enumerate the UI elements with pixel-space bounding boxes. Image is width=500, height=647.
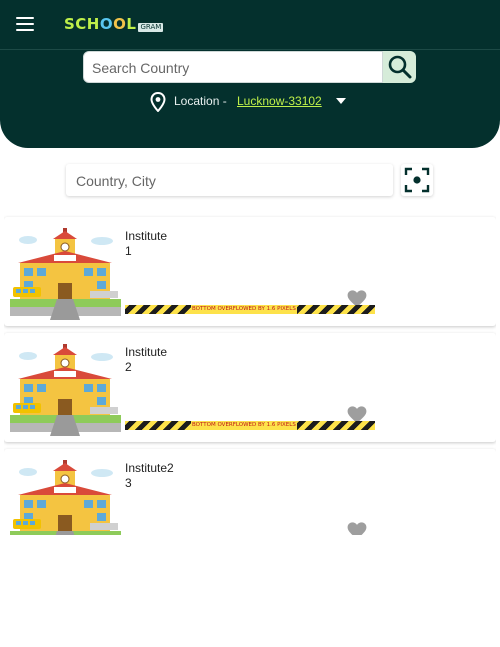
institute-name: Institute — [125, 229, 168, 243]
location-row: Location - Lucknow-33102 — [0, 92, 500, 112]
scan-button[interactable] — [401, 164, 433, 196]
institute-name: Institute — [125, 345, 168, 359]
menu-icon[interactable] — [16, 17, 34, 31]
institute-card[interactable]: Institute2 3 — [4, 449, 496, 535]
focus-scan-icon — [404, 167, 430, 193]
overflow-warning-stripe: BOTTOM OVERFLOWED BY 1.6 PIXELS — [125, 421, 375, 430]
app-bar: SCHOOL GRAM — [0, 0, 500, 50]
overflow-warning-text: BOTTOM OVERFLOWED BY 1.6 PIXELS — [191, 305, 297, 314]
caret-down-icon[interactable] — [336, 98, 346, 104]
location-pin-icon — [150, 92, 166, 112]
location-label: Location - — [174, 94, 227, 108]
institute-number: 1 — [125, 244, 132, 258]
app-logo: SCHOOL GRAM — [64, 14, 164, 34]
overflow-warning-stripe: BOTTOM OVERFLOWED BY 1.6 PIXELS — [125, 305, 375, 314]
location-value[interactable]: Lucknow-33102 — [237, 94, 322, 108]
search-icon — [388, 55, 411, 79]
country-search-box — [83, 51, 383, 83]
school-image — [10, 455, 121, 535]
institute-card[interactable]: Institute 2 BOTTOM OVERFLOWED BY 1.6 PIX… — [4, 333, 496, 442]
country-search-input[interactable] — [92, 58, 377, 78]
school-image — [10, 339, 121, 436]
institute-list: Institute 1 BOTTOM OVERFLOWED BY 1.6 PIX… — [4, 215, 496, 535]
institute-name: Institute2 — [125, 461, 174, 475]
city-search-box — [66, 164, 393, 196]
heart-icon[interactable] — [347, 522, 367, 535]
institute-number: 2 — [125, 360, 132, 374]
institute-card[interactable]: Institute 1 BOTTOM OVERFLOWED BY 1.6 PIX… — [4, 217, 496, 326]
city-search-input[interactable] — [76, 171, 381, 191]
overflow-warning-text: BOTTOM OVERFLOWED BY 1.6 PIXELS — [191, 421, 297, 430]
header-panel: Location - Lucknow-33102 — [0, 50, 500, 148]
logo-text: SCHOOL — [64, 15, 137, 33]
search-button[interactable] — [383, 51, 416, 83]
institute-number: 3 — [125, 476, 132, 490]
school-image — [10, 223, 121, 320]
logo-badge: GRAM — [138, 22, 164, 32]
